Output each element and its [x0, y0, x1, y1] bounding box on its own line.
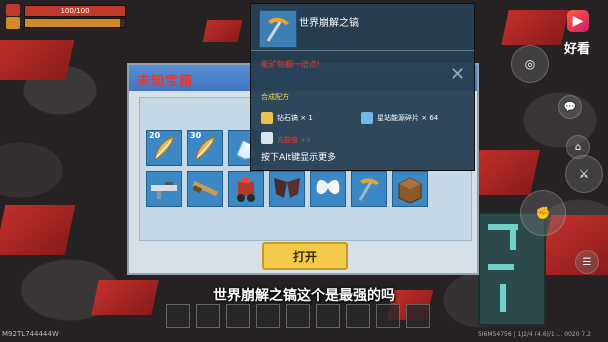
- hotbar-slot[interactable]: [376, 304, 400, 328]
- crate-icon: [398, 177, 422, 204]
- tooltip-item-name: 世界崩解之镐: [299, 18, 359, 29]
- hunger-bar: [24, 18, 126, 28]
- recipe-material: 钻石镐 × 1: [261, 112, 313, 124]
- slot-dark-wings[interactable]: [269, 171, 305, 207]
- hotbar-slot[interactable]: [166, 304, 190, 328]
- hotbar-slot[interactable]: [286, 304, 310, 328]
- hunger-fill: [25, 19, 120, 27]
- slot-mech[interactable]: [228, 171, 264, 207]
- lava-block: [0, 40, 75, 80]
- recipe-title: 合成配方: [261, 93, 289, 101]
- slot-shotgun[interactable]: [187, 171, 223, 207]
- item-tooltip: 世界崩解之镐 能矿物翻一倍点! 合成配方 钻石镐 × 1 星站能源碎片 × 64…: [250, 3, 475, 171]
- hotbar: [166, 304, 446, 332]
- health-bar: 100/100: [24, 5, 126, 17]
- hotbar-slot[interactable]: [346, 304, 370, 328]
- heart-icon: [6, 4, 20, 16]
- recipe-material: 星站能源碎片 × 64: [361, 112, 438, 124]
- lava-block: [202, 20, 243, 42]
- shard-icon: [261, 132, 273, 144]
- menu-icon[interactable]: ☰: [575, 250, 599, 274]
- hotbar-slot[interactable]: [196, 304, 220, 328]
- hotbar-slot[interactable]: [316, 304, 340, 328]
- slot-pickaxe[interactable]: [351, 171, 387, 207]
- hotbar-slot[interactable]: [406, 304, 430, 328]
- chest-title: 未知宝箱: [137, 74, 194, 89]
- build-info: 5I6M54756 | 1J2/4 (4.6)/1 ... 0020 7.2: [478, 331, 591, 338]
- tooltip-stat: 充能值 +3: [277, 136, 311, 144]
- tooltip-hint: 按下Alt键显示更多: [261, 153, 337, 163]
- rifle-icon: [151, 182, 177, 199]
- attack-button[interactable]: ✊: [520, 190, 566, 236]
- haokan-logo-icon: ▶: [567, 10, 589, 32]
- brand-watermark: 好看: [564, 42, 591, 57]
- player-code: M92TL744444W: [2, 330, 59, 338]
- slot-feather-30[interactable]: 30: [187, 130, 223, 166]
- divider: [251, 50, 474, 51]
- slot-rifle[interactable]: [146, 171, 182, 207]
- health-text: 100/100: [60, 7, 90, 15]
- slot-crate[interactable]: [392, 171, 428, 207]
- jump-button[interactable]: ◎: [511, 45, 549, 83]
- pickaxe-icon: [266, 17, 289, 42]
- action-button[interactable]: ⚔: [565, 155, 603, 193]
- tooltip-item-slot: [259, 10, 297, 48]
- slot-count: 30: [190, 131, 202, 140]
- lava-block: [470, 150, 540, 195]
- hunger-icon: [6, 17, 20, 29]
- lava-block: [501, 10, 569, 45]
- hotbar-slot[interactable]: [256, 304, 280, 328]
- mech-icon: [237, 178, 255, 202]
- white-wings-icon: [316, 179, 340, 195]
- dark-wings-icon: [274, 178, 300, 198]
- lava-block: [0, 205, 76, 255]
- material-label: 钻石镐 × 1: [277, 114, 313, 122]
- open-button[interactable]: 打开: [262, 242, 348, 270]
- close-icon[interactable]: ✕: [450, 64, 465, 85]
- gold-key-icon: [261, 112, 273, 124]
- video-subtitle: 世界崩解之镐这个是最强的吗: [213, 288, 395, 304]
- pickaxe-icon: [358, 178, 379, 201]
- shotgun-icon: [192, 180, 219, 197]
- shard-icon: [361, 112, 373, 124]
- material-label: 星站能源碎片 × 64: [377, 114, 439, 122]
- slot-count: 20: [149, 131, 161, 140]
- hotbar-slot[interactable]: [226, 304, 250, 328]
- slot-white-wings[interactable]: [310, 171, 346, 207]
- slot-feather-20[interactable]: 20: [146, 130, 182, 166]
- tooltip-description: 能矿物翻一倍点!: [261, 60, 321, 69]
